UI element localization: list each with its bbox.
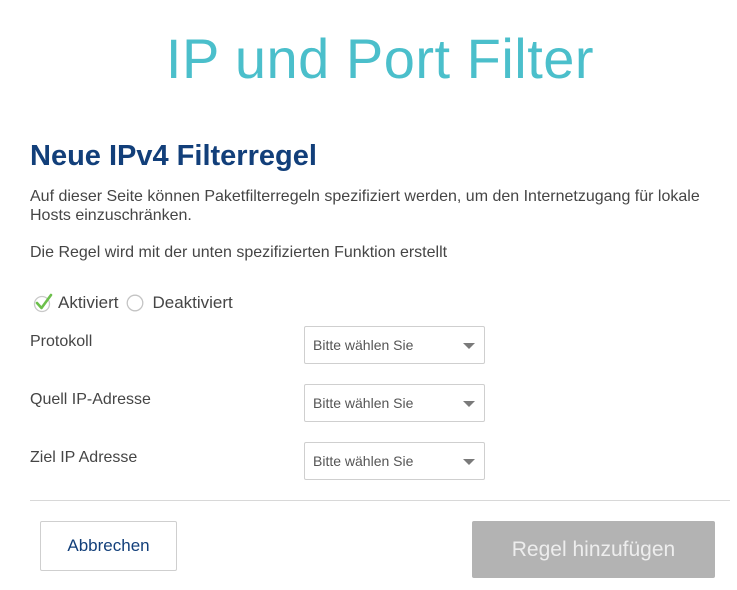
add-rule-button[interactable]: Regel hinzufügen xyxy=(472,521,715,578)
chevron-down-icon xyxy=(463,459,475,465)
source-ip-label: Quell IP-Adresse xyxy=(30,391,151,408)
protocol-select-value: Bitte wählen Sie xyxy=(313,337,414,353)
radio-activated-label[interactable]: Aktiviert xyxy=(58,293,118,313)
form-row-source-ip: Quell IP-Adresse Bitte wählen Sie xyxy=(0,384,737,422)
status-radio-group: Aktiviert Deaktiviert xyxy=(33,293,233,313)
chevron-down-icon xyxy=(463,343,475,349)
description-function: Die Regel wird mit der unten spezifizier… xyxy=(30,244,448,261)
page-title: IP und Port Filter xyxy=(165,27,595,90)
source-ip-select[interactable]: Bitte wählen Sie xyxy=(304,384,485,422)
target-ip-select[interactable]: Bitte wählen Sie xyxy=(304,442,485,480)
target-ip-label: Ziel IP Adresse xyxy=(30,449,138,466)
divider xyxy=(30,500,730,501)
description: Auf dieser Seite können Paketfilterregel… xyxy=(30,188,700,224)
checkmark-icon[interactable] xyxy=(33,293,53,313)
section-title: Neue IPv4 Filterregel xyxy=(30,140,317,172)
protocol-label: Protokoll xyxy=(30,333,93,350)
target-ip-select-value: Bitte wählen Sie xyxy=(313,453,414,469)
page: IP und Port Filter Neue IPv4 Filterregel… xyxy=(0,0,737,590)
radio-deactivated-icon[interactable] xyxy=(126,294,144,312)
form-row-target-ip: Ziel IP Adresse Bitte wählen Sie xyxy=(0,442,737,480)
protocol-select[interactable]: Bitte wählen Sie xyxy=(304,326,485,364)
radio-deactivated-label[interactable]: Deaktiviert xyxy=(152,293,232,313)
source-ip-select-value: Bitte wählen Sie xyxy=(313,395,414,411)
form-row-protocol: Protokoll Bitte wählen Sie xyxy=(0,326,737,364)
chevron-down-icon xyxy=(463,401,475,407)
cancel-button[interactable]: Abbrechen xyxy=(40,521,177,571)
